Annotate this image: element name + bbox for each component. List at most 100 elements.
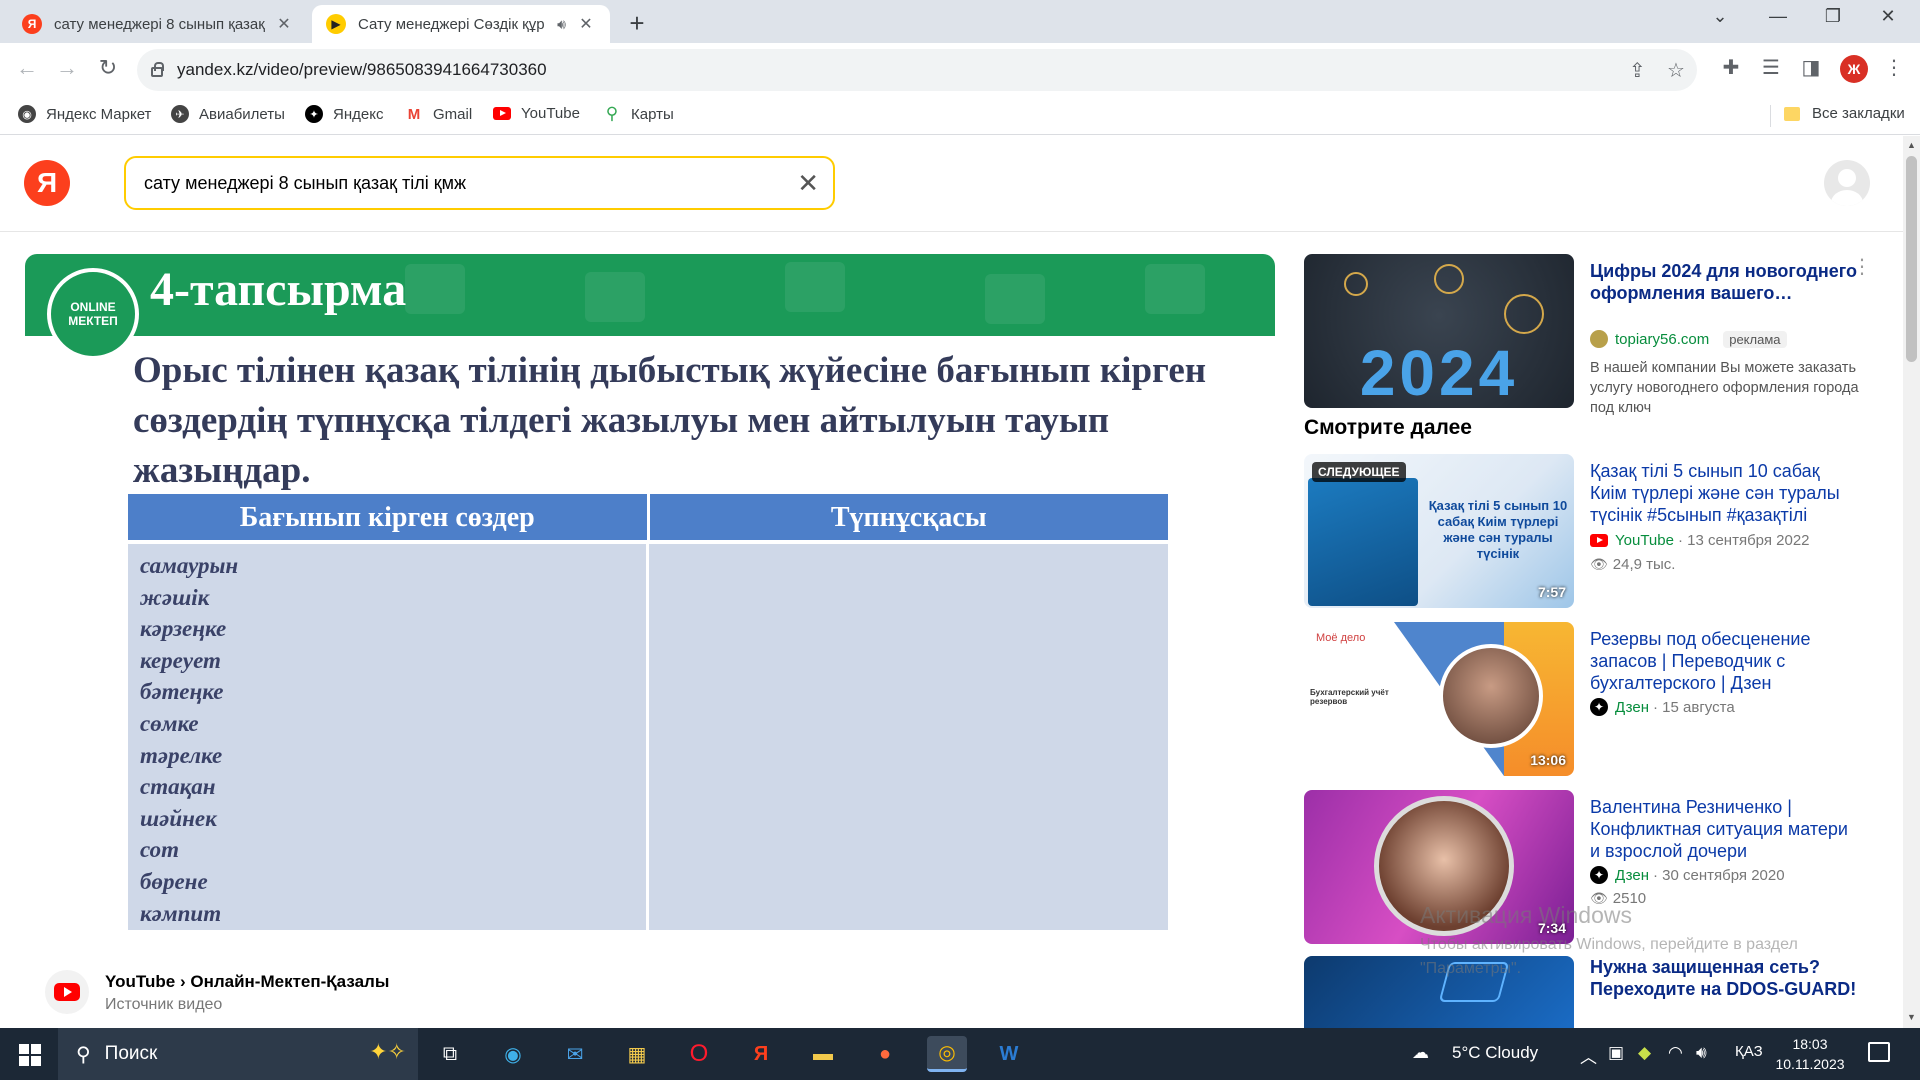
- close-tab-icon[interactable]: ✕: [576, 14, 596, 34]
- clock-time: 18:03: [1792, 1036, 1828, 1052]
- edge-icon[interactable]: ◉: [493, 1036, 533, 1072]
- share-icon[interactable]: ⇪: [1629, 58, 1646, 83]
- list-item: бөрене: [140, 868, 208, 894]
- address-bar[interactable]: yandex.kz/video/preview/9865083941664730…: [137, 49, 1697, 91]
- video-card[interactable]: Моё дело Бухгалтерский учёт резервов 13:…: [1304, 622, 1864, 778]
- list-item: бәтеңке: [140, 679, 224, 705]
- yandex-browser-icon[interactable]: Я: [741, 1036, 781, 1072]
- ad-description: В нашей компании Вы можете заказать услу…: [1590, 360, 1859, 416]
- file-explorer-icon[interactable]: ▬: [803, 1036, 843, 1072]
- bookmark-gmail[interactable]: M Gmail: [405, 105, 472, 123]
- speaker-icon[interactable]: 🔊︎: [557, 16, 566, 33]
- reload-icon[interactable]: ↻: [93, 55, 123, 81]
- yandex-logo[interactable]: Я: [24, 160, 70, 206]
- back-arrow-icon[interactable]: ←: [12, 55, 42, 81]
- task-view-icon[interactable]: ⧉: [430, 1036, 470, 1072]
- video-thumbnail[interactable]: Моё дело Бухгалтерский учёт резервов 13:…: [1304, 622, 1574, 776]
- bookmark-aviabilety[interactable]: ✈ Авиабилеты: [171, 105, 285, 123]
- store-icon[interactable]: ▦: [617, 1036, 657, 1072]
- notifications-icon[interactable]: [1868, 1042, 1890, 1062]
- more-options-icon[interactable]: ⋮: [1852, 254, 1872, 279]
- clear-search-icon[interactable]: ✕: [797, 168, 819, 199]
- extensions-icon[interactable]: ✚: [1717, 55, 1745, 80]
- tab-video-preview[interactable]: ▶ Сату менеджері Сөздік құр 🔊︎ ✕: [312, 5, 610, 43]
- video-card[interactable]: Қазақ тілі 5 сынып 10 сабақ Киім түрлері…: [1304, 454, 1864, 610]
- ad-card[interactable]: Нужна защищенная сеть? Переходите на DDO…: [1304, 956, 1864, 1028]
- bookmark-youtube[interactable]: YouTube: [493, 105, 580, 122]
- scroll-up-icon[interactable]: ▲: [1903, 140, 1920, 150]
- ad-title[interactable]: Цифры 2024 для новогоднего оформления ва…: [1590, 260, 1860, 304]
- ad-card[interactable]: 2024 Цифры 2024 для новогоднего оформлен…: [1304, 254, 1864, 416]
- menu-dots-icon[interactable]: ⋮: [1880, 55, 1908, 80]
- video-player[interactable]: ONLINE МЕКТЕП 4-тапсырма Орыс тілінен қа…: [25, 254, 1275, 959]
- windows-start-icon[interactable]: [19, 1044, 41, 1066]
- list-item: шәйнек: [140, 805, 217, 831]
- weather-icon[interactable]: ☁: [1412, 1043, 1429, 1063]
- gmail-icon: M: [407, 105, 421, 123]
- url-text: yandex.kz/video/preview/9865083941664730…: [177, 60, 547, 79]
- tray-chevron-icon[interactable]: ︿: [1580, 1043, 1597, 1068]
- video-channel[interactable]: Дзен: [1615, 699, 1649, 716]
- ad-site[interactable]: topiary56.com: [1615, 331, 1709, 348]
- video-source[interactable]: YouTube › Онлайн-Мектеп-Қазалы Источник …: [45, 970, 645, 1026]
- list-item: тәрелке: [140, 742, 223, 768]
- bookmark-label: Все закладки: [1812, 105, 1905, 122]
- source-channel[interactable]: YouTube › Онлайн-Мектеп-Қазалы: [105, 972, 389, 992]
- taskbar-search[interactable]: ⚲ Поиск ✦✧: [58, 1028, 418, 1080]
- video-title[interactable]: Қазақ тілі 5 сынып 10 сабақ Киім түрлері…: [1590, 460, 1860, 526]
- search-input[interactable]: сату менеджері 8 сынып қазақ тілі қмж ✕: [124, 156, 835, 210]
- tab-search-results[interactable]: Я сату менеджері 8 сынып қазақ ✕: [8, 5, 308, 43]
- media-queue-icon[interactable]: ☰: [1757, 55, 1785, 80]
- all-bookmarks-button[interactable]: Все закладки: [1784, 105, 1905, 122]
- bookmark-yandex-market[interactable]: ◉ Яндекс Маркет: [18, 105, 151, 123]
- bookmark-yandex[interactable]: ✦ Яндекс: [305, 105, 383, 123]
- bookmark-star-icon[interactable]: ☆: [1667, 58, 1685, 83]
- wifi-icon[interactable]: ◠: [1668, 1043, 1683, 1063]
- forward-arrow-icon[interactable]: →: [52, 55, 82, 81]
- word-table: Бағынып кірген сөздер Түпнұсқасы самауры…: [128, 494, 1168, 930]
- clock[interactable]: 18:03 10.11.2023: [1770, 1034, 1850, 1074]
- weather-text[interactable]: 5°C Cloudy: [1452, 1043, 1538, 1063]
- bookmark-karty[interactable]: ⚲ Карты: [603, 104, 674, 123]
- bookmark-label: Яндекс: [333, 105, 384, 123]
- tab-title: Сату менеджері Сөздік құр: [358, 15, 545, 33]
- tab-search-chevron-icon[interactable]: ⌄: [1700, 6, 1740, 27]
- side-panel-icon[interactable]: ◨: [1797, 55, 1825, 80]
- video-views: 👁︎ 24,9 тыс.: [1590, 556, 1675, 573]
- source-subtitle: Источник видео: [105, 996, 223, 1013]
- word-icon[interactable]: W: [989, 1036, 1029, 1072]
- video-thumbnail[interactable]: Қазақ тілі 5 сынып 10 сабақ Киім түрлері…: [1304, 454, 1574, 608]
- ad-title[interactable]: Нужна защищенная сеть? Переходите на DDO…: [1590, 956, 1860, 1000]
- page-scrollbar[interactable]: ▲ ▼: [1903, 136, 1920, 1028]
- bookmark-label: Gmail: [433, 105, 473, 123]
- mail-icon[interactable]: ✉: [555, 1036, 595, 1072]
- thumb-text: Қазақ тілі 5 сынып 10 сабақ Киім түрлері…: [1428, 498, 1568, 561]
- video-title[interactable]: Валентина Резниченко | Конфликтная ситуа…: [1590, 796, 1860, 862]
- minimize-icon[interactable]: —: [1758, 6, 1798, 27]
- input-language[interactable]: ҚАЗ: [1735, 1043, 1763, 1060]
- video-channel[interactable]: YouTube: [1615, 532, 1674, 549]
- tab-title: сату менеджері 8 сынып қазақ: [54, 15, 265, 33]
- user-avatar[interactable]: [1824, 160, 1870, 206]
- ad-thumb-text: 2024: [1359, 337, 1519, 408]
- video-title[interactable]: Резервы под обесценение запасов | Перево…: [1590, 628, 1860, 694]
- device-icon[interactable]: ▣: [1608, 1043, 1624, 1063]
- source-separator: ›: [179, 972, 186, 991]
- restore-icon[interactable]: ❐: [1813, 6, 1853, 27]
- ad-thumbnail[interactable]: 2024: [1304, 254, 1574, 408]
- profile-avatar[interactable]: Ж: [1840, 55, 1868, 83]
- scroll-thumb[interactable]: [1906, 156, 1917, 362]
- youtube-icon: [1590, 534, 1608, 547]
- video-channel[interactable]: Дзен: [1615, 867, 1649, 884]
- chrome-icon[interactable]: ◎: [927, 1036, 967, 1072]
- close-window-icon[interactable]: ✕: [1868, 6, 1908, 27]
- drop-app-icon[interactable]: ●: [865, 1036, 905, 1072]
- update-icon[interactable]: ◆: [1638, 1043, 1651, 1063]
- video-duration: 7:57: [1537, 584, 1566, 600]
- scroll-down-icon[interactable]: ▼: [1903, 1012, 1920, 1022]
- opera-icon[interactable]: O: [679, 1036, 719, 1072]
- volume-icon[interactable]: 🔊︎: [1696, 1043, 1707, 1063]
- new-tab-button[interactable]: +: [622, 8, 652, 39]
- close-tab-icon[interactable]: ✕: [274, 14, 294, 34]
- bookmarks-bar: ◉ Яндекс Маркет ✈ Авиабилеты ✦ Яндекс M …: [0, 97, 1920, 135]
